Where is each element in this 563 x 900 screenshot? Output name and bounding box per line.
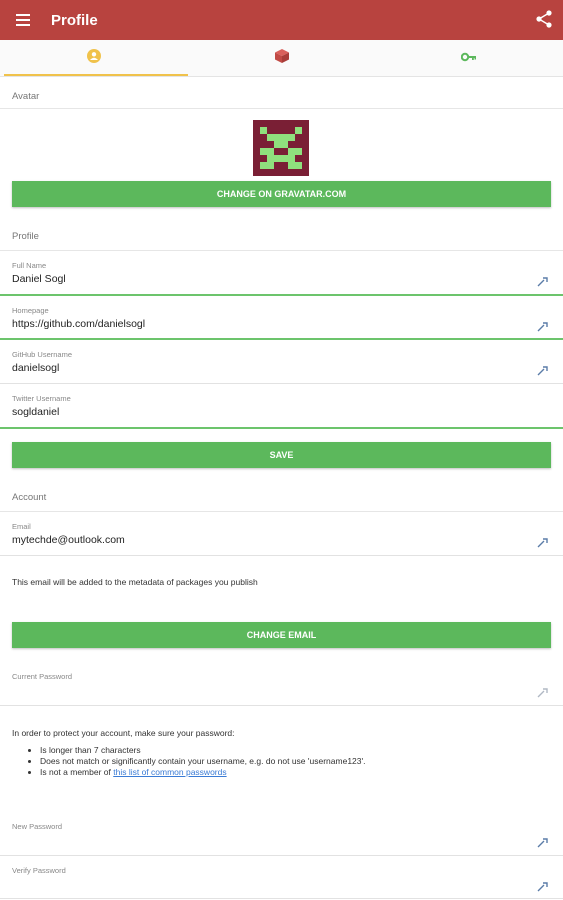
field-underline <box>0 427 563 429</box>
github-username-value[interactable]: danielsogl <box>12 362 59 374</box>
field-underline <box>0 555 563 556</box>
homepage-value[interactable]: https://github.com/danielsogl <box>12 318 145 330</box>
github-username-label: GitHub Username <box>12 350 73 359</box>
password-rules: Is longer than 7 characters Does not mat… <box>28 745 365 778</box>
share-icon[interactable] <box>535 10 555 30</box>
field-underline <box>0 383 563 384</box>
divider <box>0 108 563 109</box>
field-underline <box>0 855 563 856</box>
twitter-username-label: Twitter Username <box>12 394 71 403</box>
save-button[interactable]: SAVE <box>12 442 551 468</box>
list-item: Is longer than 7 characters <box>40 745 365 756</box>
homepage-label: Homepage <box>12 306 49 315</box>
tab-keys[interactable] <box>375 40 563 76</box>
menu-icon[interactable] <box>0 0 46 40</box>
user-icon <box>86 48 101 68</box>
section-label-profile: Profile <box>12 231 39 242</box>
email-label: Email <box>12 522 31 531</box>
package-icon <box>274 48 290 69</box>
wrench-icon[interactable] <box>537 275 549 287</box>
new-password-label: New Password <box>12 822 63 831</box>
current-password-label: Current Password <box>12 672 73 681</box>
section-label-avatar: Avatar <box>12 91 40 102</box>
page-title: Profile <box>51 11 98 29</box>
wrench-icon[interactable] <box>537 536 549 548</box>
field-underline <box>0 294 563 296</box>
list-item: Does not match or significantly contain … <box>40 756 365 767</box>
wrench-icon[interactable] <box>537 880 549 892</box>
wrench-icon[interactable] <box>537 836 549 848</box>
app-bar: Profile <box>0 0 563 40</box>
tab-bar <box>0 40 563 77</box>
field-underline <box>0 898 563 899</box>
field-underline <box>0 338 563 340</box>
full-name-label: Full Name <box>12 261 47 270</box>
email-note: This email will be added to the metadata… <box>12 577 258 587</box>
wrench-icon[interactable] <box>537 686 549 698</box>
common-passwords-link[interactable]: this list of common passwords <box>113 767 226 777</box>
list-item: Is not a member of this list of common p… <box>40 767 365 778</box>
password-intro: In order to protect your account, make s… <box>12 728 235 738</box>
tab-packages[interactable] <box>188 40 376 76</box>
key-icon <box>460 49 477 67</box>
field-underline <box>0 705 563 706</box>
email-value[interactable]: mytechde@outlook.com <box>12 534 125 546</box>
change-email-button[interactable]: CHANGE EMAIL <box>12 622 551 648</box>
tab-profile[interactable] <box>0 40 188 76</box>
wrench-icon[interactable] <box>537 320 549 332</box>
wrench-icon[interactable] <box>537 364 549 376</box>
full-name-value[interactable]: Daniel Sogl <box>12 273 66 285</box>
avatar <box>253 120 309 176</box>
twitter-username-value[interactable]: sogldaniel <box>12 406 59 418</box>
section-label-account: Account <box>12 492 47 503</box>
divider <box>0 511 563 512</box>
verify-password-label: Verify Password <box>12 866 66 875</box>
change-gravatar-button[interactable]: CHANGE ON GRAVATAR.COM <box>12 181 551 207</box>
divider <box>0 250 563 251</box>
